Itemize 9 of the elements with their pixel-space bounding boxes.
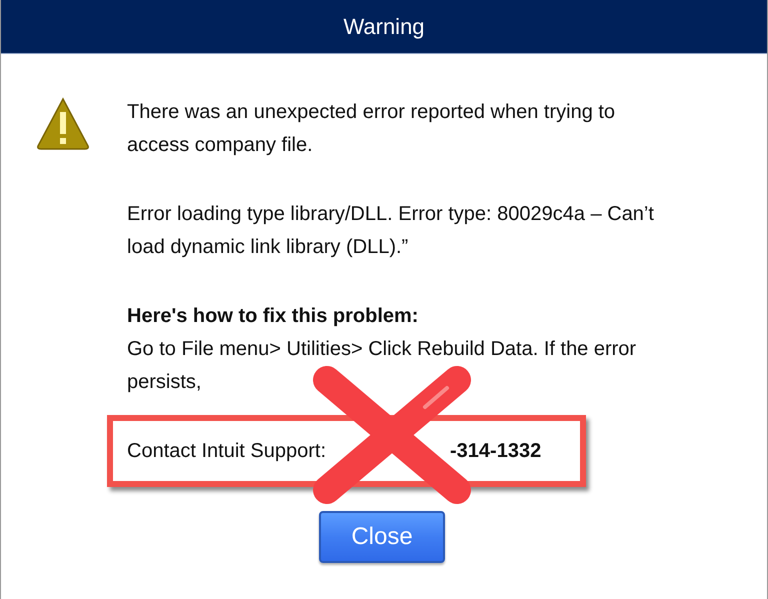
close-button[interactable]: Close (319, 511, 445, 563)
message-text: There was an unexpected error reported when trying to access company file. (127, 100, 616, 158)
message-text: Error loading type library/DLL. Error type: 80029c4a – Can’t load dynamic link library (DLL).” (127, 202, 655, 260)
support-label: Contact Intuit Support: (127, 438, 326, 464)
fix-heading: Here's how to fix this problem: (127, 304, 420, 329)
window-title: Warning (343, 14, 425, 40)
fix-instructions: Go to File menu> Utilities> Click Rebuild Data. If the error persists, (127, 337, 638, 395)
support-phone: -314-1332 (450, 438, 542, 464)
warning-icon (35, 96, 91, 152)
